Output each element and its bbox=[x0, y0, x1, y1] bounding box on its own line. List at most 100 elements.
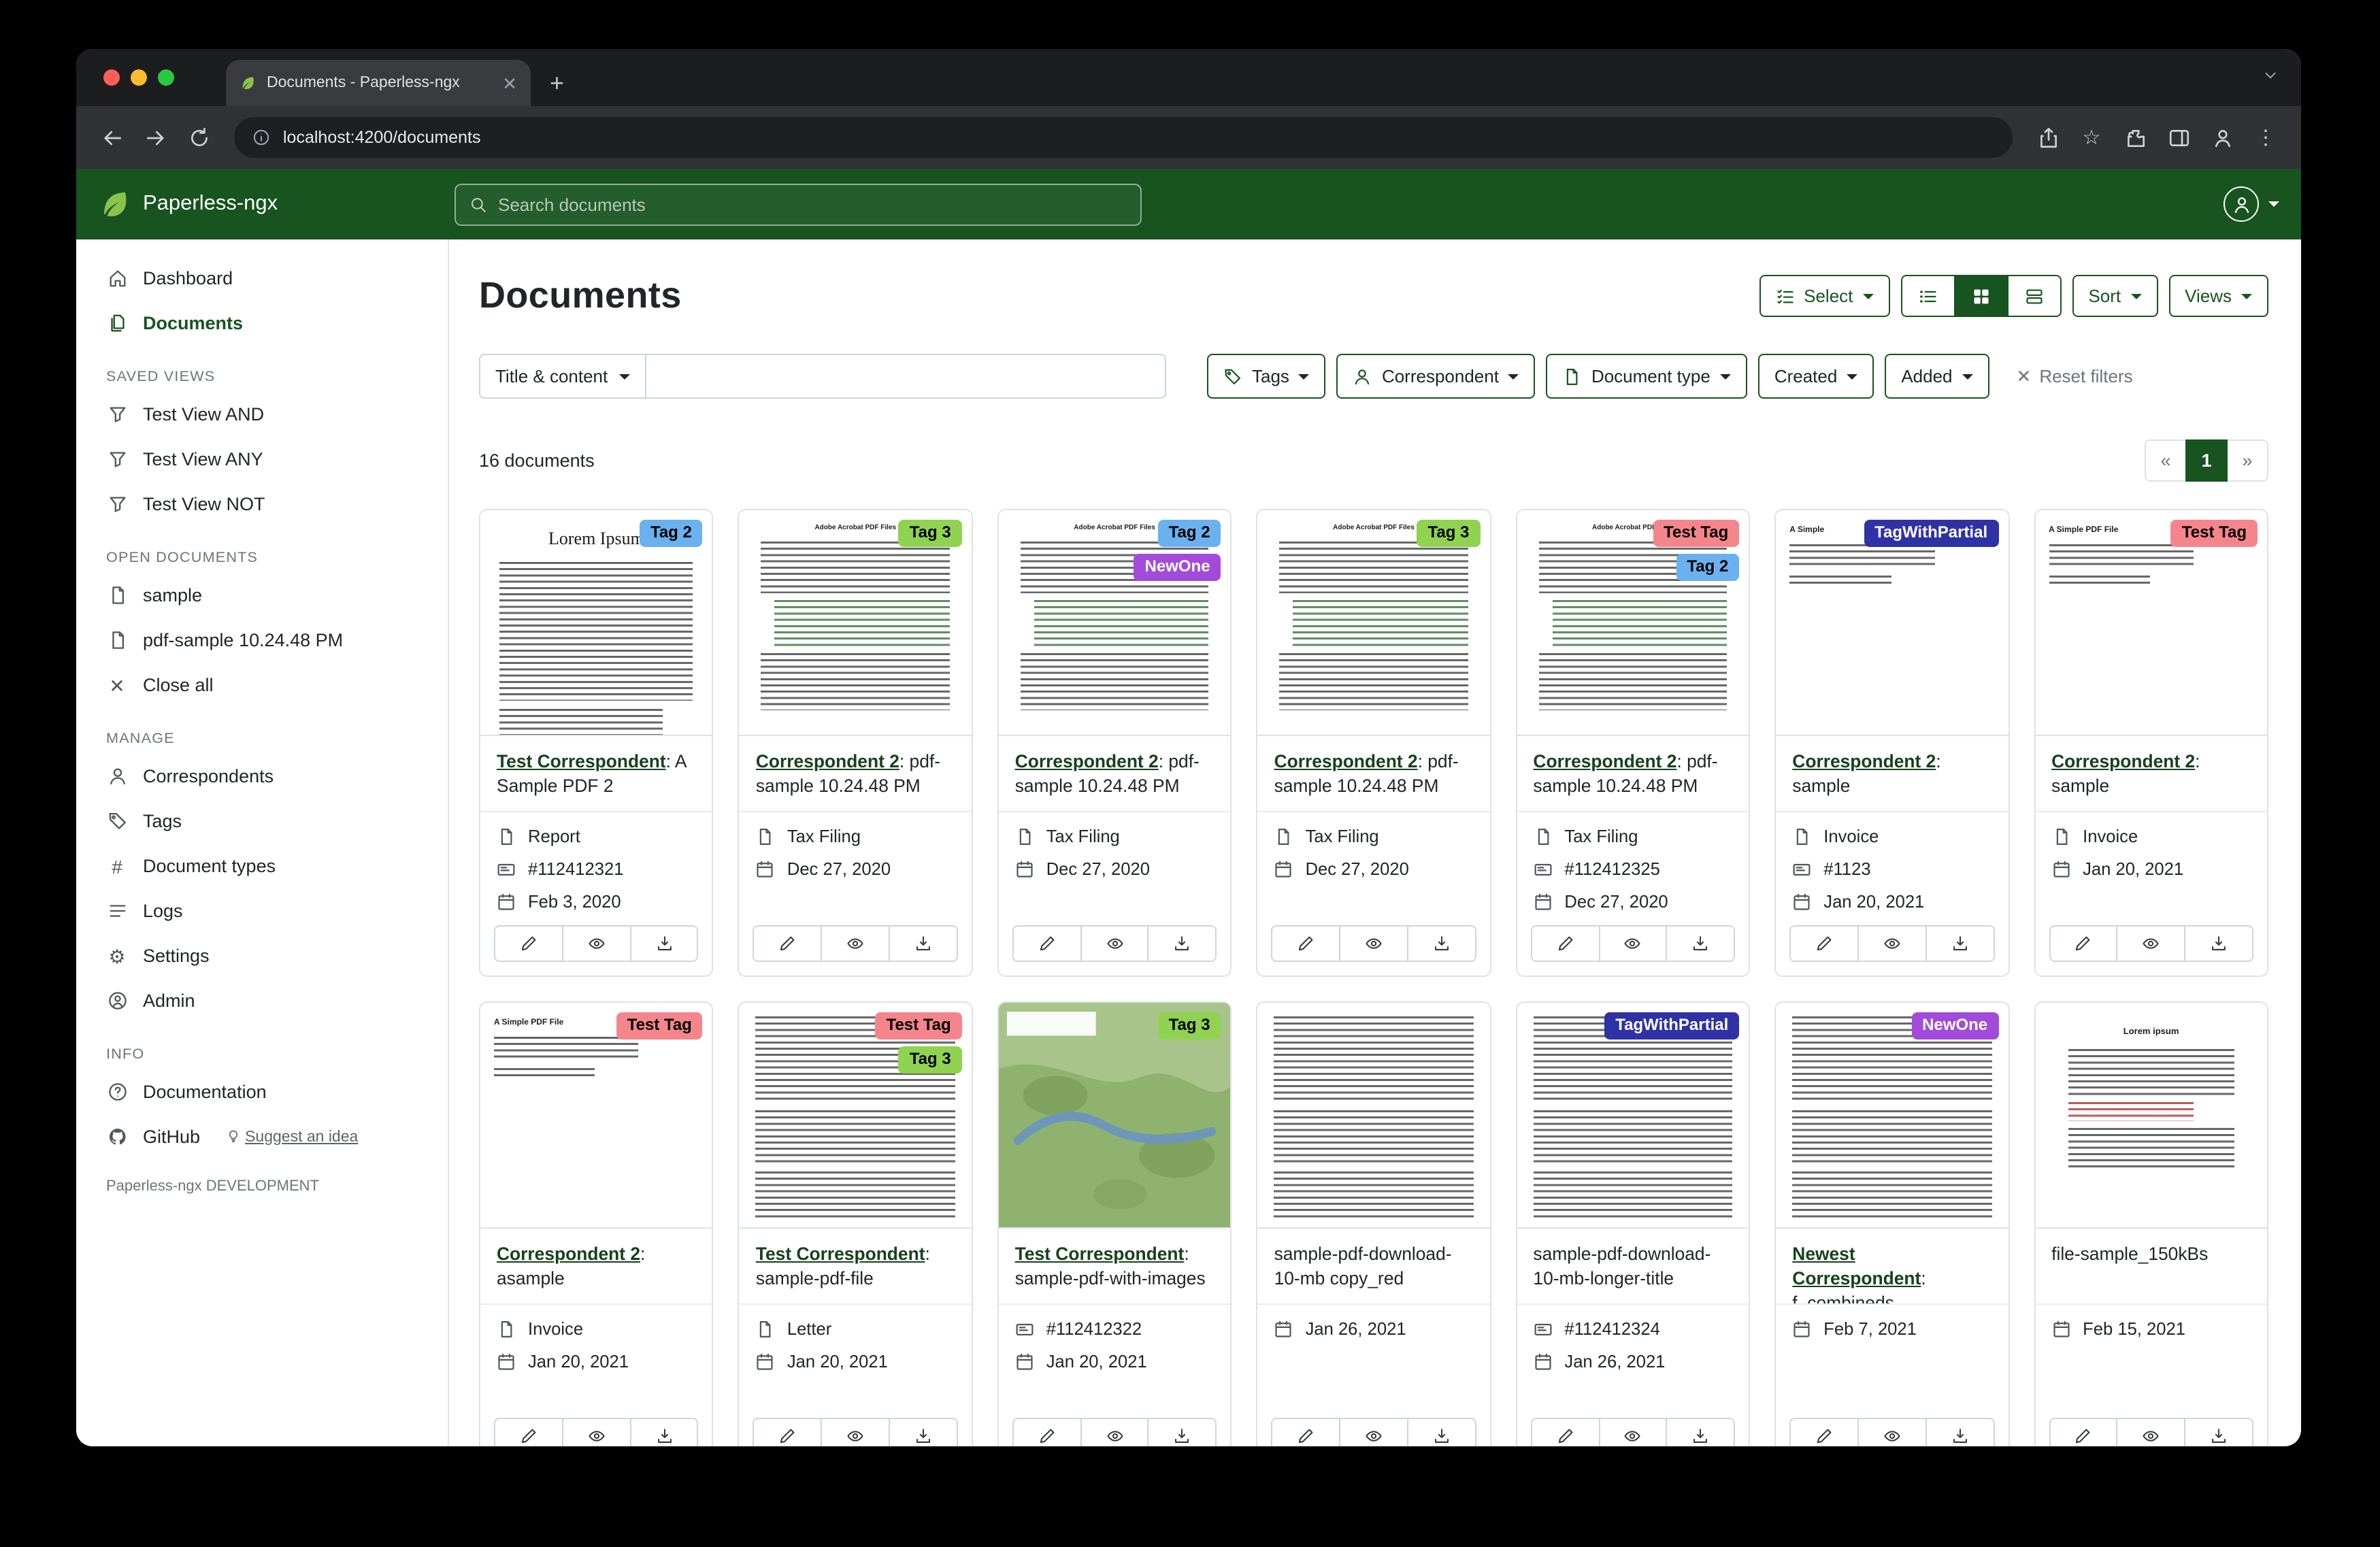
view-button[interactable] bbox=[1857, 925, 1927, 962]
card-title[interactable]: Correspondent 2: pdf-sample 10.24.48 PM bbox=[999, 736, 1231, 812]
share-icon[interactable] bbox=[2029, 118, 2067, 156]
view-button[interactable] bbox=[562, 1418, 631, 1446]
download-button[interactable] bbox=[1666, 1418, 1736, 1446]
card-title[interactable]: Test Correspondent: A Sample PDF 2 bbox=[480, 736, 712, 812]
minimize-window-button[interactable] bbox=[131, 69, 147, 86]
tag-badge[interactable]: TagWithPartial bbox=[1864, 520, 1998, 547]
card-title[interactable]: sample-pdf-download-10-mb-longer-title bbox=[1517, 1229, 1749, 1305]
tag-badge[interactable]: Test Tag bbox=[2171, 520, 2258, 547]
previous-page-button[interactable]: « bbox=[2145, 439, 2187, 482]
tag-badge[interactable]: Tag 3 bbox=[1158, 1012, 1221, 1039]
card-thumbnail[interactable]: Adobe Acrobat PDF Files Tag 3 bbox=[740, 510, 972, 736]
view-button[interactable] bbox=[1080, 925, 1149, 962]
created-filter-button[interactable]: Created bbox=[1758, 354, 1874, 399]
card-title[interactable]: Test Correspondent: sample-pdf-with-imag… bbox=[999, 1229, 1231, 1305]
edit-button[interactable] bbox=[1789, 1418, 1859, 1446]
tag-badge[interactable]: Test Tag bbox=[616, 1012, 703, 1039]
card-correspondent-link[interactable]: Newest Correspondent bbox=[1792, 1244, 1921, 1288]
global-search[interactable] bbox=[454, 183, 1142, 225]
download-button[interactable] bbox=[629, 1418, 699, 1446]
browser-profile-icon[interactable] bbox=[2203, 118, 2241, 156]
card-thumbnail[interactable]: Test Tag Tag 3 bbox=[740, 1003, 972, 1229]
grid-view-button[interactable] bbox=[1953, 275, 2008, 317]
view-button[interactable] bbox=[821, 925, 890, 962]
sidebar-item-settings[interactable]: ⚙ Settings bbox=[76, 933, 448, 978]
view-button[interactable] bbox=[2117, 925, 2186, 962]
edit-button[interactable] bbox=[1530, 1418, 1600, 1446]
views-button[interactable]: Views bbox=[2168, 275, 2268, 317]
app-brand[interactable]: Paperless-ngx bbox=[98, 188, 454, 220]
page-number-button[interactable]: 1 bbox=[2185, 439, 2228, 482]
card-thumbnail[interactable]: Lorem ipsum bbox=[2035, 1003, 2267, 1229]
sidebar-item-logs[interactable]: Logs bbox=[76, 888, 448, 933]
address-bar[interactable]: localhost:4200/documents bbox=[234, 117, 2013, 158]
card-correspondent-link[interactable]: Test Correspondent bbox=[756, 1244, 925, 1264]
reload-button[interactable] bbox=[180, 118, 218, 156]
back-button[interactable] bbox=[93, 118, 131, 156]
title-content-dropdown[interactable]: Title & content bbox=[479, 354, 646, 399]
download-button[interactable] bbox=[1926, 925, 1995, 962]
close-window-button[interactable] bbox=[103, 69, 120, 86]
sidebar-item-tags[interactable]: Tags bbox=[76, 799, 448, 844]
edit-button[interactable] bbox=[1272, 925, 1341, 962]
card-correspondent-link[interactable]: Correspondent 2 bbox=[1274, 751, 1418, 771]
card-title[interactable]: sample-pdf-download-10-mb copy_red bbox=[1258, 1229, 1490, 1305]
card-thumbnail[interactable]: A Simple PDF File Test Tag bbox=[2035, 510, 2267, 736]
tag-badge[interactable]: Tag 3 bbox=[899, 1046, 962, 1074]
download-button[interactable] bbox=[1926, 1418, 1995, 1446]
edit-button[interactable] bbox=[1012, 925, 1082, 962]
suggest-idea-link[interactable]: Suggest an idea bbox=[226, 1129, 358, 1145]
download-button[interactable] bbox=[889, 925, 958, 962]
view-button[interactable] bbox=[562, 925, 631, 962]
download-button[interactable] bbox=[2184, 1418, 2253, 1446]
edit-button[interactable] bbox=[2049, 1418, 2118, 1446]
download-button[interactable] bbox=[1148, 1418, 1217, 1446]
added-filter-button[interactable]: Added bbox=[1885, 354, 1989, 399]
zoom-window-button[interactable] bbox=[158, 69, 174, 86]
download-button[interactable] bbox=[1666, 925, 1736, 962]
card-title[interactable]: Correspondent 2: asample bbox=[480, 1229, 712, 1305]
download-button[interactable] bbox=[1407, 925, 1476, 962]
sidebar-item-saved-view[interactable]: Test View AND bbox=[76, 392, 448, 437]
card-title[interactable]: Newest Correspondent: f_combineds bbox=[1776, 1229, 2008, 1305]
card-thumbnail[interactable]: Adobe Acrobat PDF Files Test TagTag 2 bbox=[1517, 510, 1749, 736]
card-thumbnail[interactable]: Tag 3 bbox=[999, 1003, 1231, 1229]
view-button[interactable] bbox=[1080, 1418, 1149, 1446]
sidebar-item-dashboard[interactable]: Dashboard bbox=[76, 256, 448, 301]
tag-badge[interactable]: Test Tag bbox=[1653, 520, 1739, 547]
extensions-puzzle-icon[interactable] bbox=[2116, 118, 2154, 156]
card-correspondent-link[interactable]: Correspondent 2 bbox=[1015, 751, 1159, 771]
next-page-button[interactable]: » bbox=[2226, 439, 2268, 482]
sidebar-item-document-types[interactable]: # Document types bbox=[76, 844, 448, 888]
card-correspondent-link[interactable]: Correspondent 2 bbox=[1533, 751, 1676, 771]
card-thumbnail[interactable]: A Simple PDF File Test Tag bbox=[480, 1003, 712, 1229]
card-thumbnail[interactable]: Lorem Ipsum Tag 2 bbox=[480, 510, 712, 736]
card-correspondent-link[interactable]: Correspondent 2 bbox=[497, 1244, 640, 1264]
tag-badge[interactable]: Test Tag bbox=[876, 1012, 962, 1039]
tag-badge[interactable]: TagWithPartial bbox=[1604, 1012, 1739, 1039]
tag-badge[interactable]: Tag 2 bbox=[1676, 554, 1739, 581]
select-button[interactable]: Select bbox=[1759, 275, 1889, 317]
download-button[interactable] bbox=[889, 1418, 958, 1446]
sidebar-item-documentation[interactable]: Documentation bbox=[76, 1069, 448, 1114]
forward-button[interactable] bbox=[136, 118, 174, 156]
download-button[interactable] bbox=[629, 925, 699, 962]
tag-badge[interactable]: NewOne bbox=[1134, 554, 1221, 581]
new-tab-button[interactable]: + bbox=[550, 71, 564, 95]
view-button[interactable] bbox=[1598, 925, 1668, 962]
sidebar-item-admin[interactable]: Admin bbox=[76, 978, 448, 1023]
search-input[interactable] bbox=[498, 194, 1127, 214]
sidebar-item-open-document[interactable]: sample bbox=[76, 573, 448, 618]
tab-close-icon[interactable]: ✕ bbox=[502, 74, 517, 92]
side-panel-icon[interactable] bbox=[2160, 118, 2198, 156]
tag-badge[interactable]: Tag 2 bbox=[1158, 520, 1221, 547]
view-button[interactable] bbox=[2117, 1418, 2186, 1446]
detail-view-button[interactable] bbox=[2006, 275, 2061, 317]
sidebar-item-correspondents[interactable]: Correspondents bbox=[76, 754, 448, 799]
card-title[interactable]: Correspondent 2: sample bbox=[2035, 736, 2267, 812]
view-button[interactable] bbox=[1339, 1418, 1408, 1446]
download-button[interactable] bbox=[1148, 925, 1217, 962]
edit-button[interactable] bbox=[1272, 1418, 1341, 1446]
sidebar-item-open-document[interactable]: pdf-sample 10.24.48 PM bbox=[76, 618, 448, 663]
sidebar-item-saved-view[interactable]: Test View NOT bbox=[76, 482, 448, 527]
